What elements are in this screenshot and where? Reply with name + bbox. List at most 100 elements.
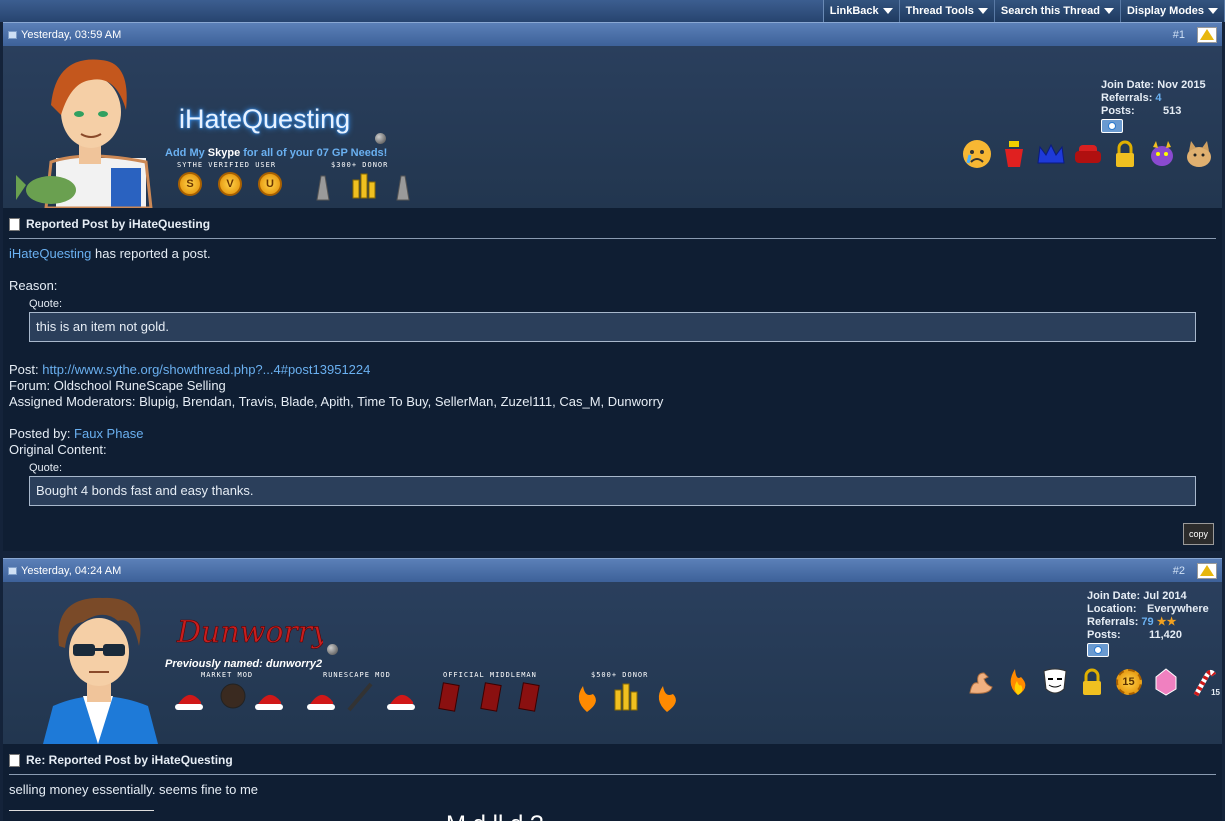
display-modes-label: Display Modes	[1126, 5, 1204, 17]
post-title-text: Re: Reported Post by iHateQuesting	[26, 753, 233, 767]
user-tagline: Add My Skype for all of your 07 GP Needs…	[165, 147, 387, 159]
pink-gem-icon	[1150, 666, 1181, 697]
referrals-value[interactable]: 4	[1155, 92, 1161, 104]
thread-tools-label: Thread Tools	[905, 5, 974, 17]
coins-icon	[614, 683, 638, 711]
santa-hat-icon	[175, 694, 203, 710]
post-text: selling money essentially. seems fine to…	[9, 782, 259, 797]
badge-label-middleman: OFFICIAL MIDDLEMAN	[443, 671, 537, 679]
username-link[interactable]: iHateQuesting	[179, 104, 350, 135]
red-armchair-icon	[1072, 138, 1103, 169]
join-date-value: Nov 2015	[1157, 79, 1206, 91]
post-1: Yesterday, 03:59 AM #1 iHateQuesting Add…	[3, 22, 1222, 551]
padlock-icon	[1076, 666, 1107, 697]
bucket-icon	[998, 138, 1029, 169]
donor-badges	[316, 173, 410, 201]
santa-hat-icon	[307, 694, 335, 710]
post-date: Yesterday, 03:59 AM	[21, 28, 122, 41]
badge-letter: V	[226, 178, 234, 190]
reported-text: has reported a post.	[91, 246, 211, 261]
skype-icon[interactable]	[1087, 643, 1109, 657]
post-header: Yesterday, 04:24 AM #2	[3, 558, 1222, 582]
display-modes-menu[interactable]: Display Modes	[1121, 0, 1225, 22]
document-icon	[9, 753, 20, 767]
rank-badges	[175, 682, 676, 712]
post-number-link[interactable]: #1	[1173, 29, 1185, 41]
original-quote: Bought 4 bonds fast and easy thanks.	[29, 476, 1196, 506]
post-title-text: Reported Post by iHateQuesting	[26, 217, 211, 231]
linkback-menu[interactable]: LinkBack	[824, 0, 900, 22]
user-avatar[interactable]	[11, 50, 161, 208]
coin-count: 15	[1115, 668, 1142, 695]
document-icon	[9, 217, 20, 231]
flexed-arm-icon	[965, 666, 996, 697]
purple-dragon-icon	[1146, 138, 1177, 169]
post-icon	[8, 30, 17, 39]
username-link[interactable]: Dunworry	[173, 612, 323, 652]
badge-label-donor: $300+ DONOR	[331, 161, 389, 169]
user-stats: Join Date: Nov 2015 Referrals: 4 Posts: 5…	[1101, 79, 1206, 133]
badge-label-market-mod: MARKET MOD	[201, 671, 254, 679]
referrals-label: Referrals:	[1101, 92, 1153, 104]
user-info-bar: iHateQuesting Add My Skype for all of yo…	[3, 46, 1222, 208]
online-status-icon	[375, 133, 386, 144]
svg-text:Dunworry: Dunworry	[176, 615, 323, 650]
badge-letter: U	[266, 178, 274, 190]
quote-label: Quote:	[29, 298, 63, 310]
location-value: Everywhere	[1147, 603, 1209, 615]
referrals-label: Referrals:	[1087, 616, 1139, 628]
post-number-link[interactable]: #2	[1173, 565, 1185, 577]
location-label: Location:	[1087, 603, 1137, 615]
forum-line: Forum: Oldschool RuneScape Selling	[9, 378, 226, 393]
reason-label: Reason:	[9, 278, 58, 293]
linkback-label: LinkBack	[829, 5, 879, 17]
user-stats: Join Date: Jul 2014 Location: Everywhere …	[1087, 590, 1209, 657]
join-date-value: Jul 2014	[1143, 590, 1187, 602]
signature-divider	[9, 810, 154, 811]
skype-icon[interactable]	[1101, 119, 1123, 133]
report-warning-icon[interactable]	[1197, 26, 1217, 43]
badge-label-verified: SYTHE VERIFIED USER	[177, 161, 277, 169]
fire-icon	[578, 686, 596, 712]
coins-icon	[352, 179, 360, 199]
moderators-line: Assigned Moderators: Blupig, Brendan, Tr…	[9, 394, 664, 409]
post-body: Reported Post by iHateQuesting iHateQues…	[3, 208, 1222, 551]
chevron-down-icon	[977, 8, 988, 14]
join-date-label: Join Date:	[1101, 79, 1155, 91]
post-url-link[interactable]: http://www.sythe.org/showthread.php?...4…	[42, 362, 370, 377]
reason-quote: this is an item not gold.	[29, 312, 1196, 342]
red-book-icon	[518, 682, 540, 712]
posts-label: Posts:	[1087, 629, 1121, 641]
user-avatar[interactable]	[23, 586, 173, 744]
thread-tools-menu[interactable]: Thread Tools	[900, 0, 995, 22]
candy-count: 15	[1211, 688, 1220, 697]
reporter-link[interactable]: iHateQuesting	[9, 246, 91, 261]
report-warning-icon[interactable]	[1197, 562, 1217, 579]
posted-by-label: Posted by:	[9, 426, 75, 441]
posts-value: 11,420	[1149, 629, 1183, 641]
fire-icon	[1002, 666, 1033, 697]
tagline-prefix: Add My	[165, 147, 208, 159]
referrals-value[interactable]: 79	[1141, 616, 1153, 628]
posts-value: 513	[1163, 105, 1182, 117]
posts-label: Posts:	[1101, 105, 1135, 117]
chevron-down-icon	[1208, 8, 1218, 14]
search-thread-menu[interactable]: Search this Thread	[995, 0, 1121, 22]
original-content-label: Original Content:	[9, 442, 107, 457]
santa-hat-icon	[255, 694, 283, 710]
post-title: Reported Post by iHateQuesting	[9, 216, 1216, 239]
post-icon	[8, 566, 17, 575]
quote-label: Quote:	[29, 462, 63, 474]
post-header: Yesterday, 03:59 AM #1	[3, 22, 1222, 46]
signature-text-cutoff: M d ll d ?	[446, 811, 543, 821]
user-info-bar: Dunworry Previously named: dunworry2 MAR…	[3, 582, 1222, 744]
post-label: Post:	[9, 362, 43, 377]
guy-fawkes-mask-icon	[1039, 666, 1070, 697]
blue-crown-icon	[1035, 138, 1066, 169]
post-2: Yesterday, 04:24 AM #2 Dunworry Previous…	[3, 558, 1222, 821]
posted-by-link[interactable]: Faux Phase	[74, 426, 143, 441]
copy-button[interactable]: copy	[1182, 523, 1214, 545]
sword-icon	[347, 682, 373, 712]
star-icon: ★★	[1156, 616, 1177, 628]
vial-icon	[396, 175, 410, 201]
